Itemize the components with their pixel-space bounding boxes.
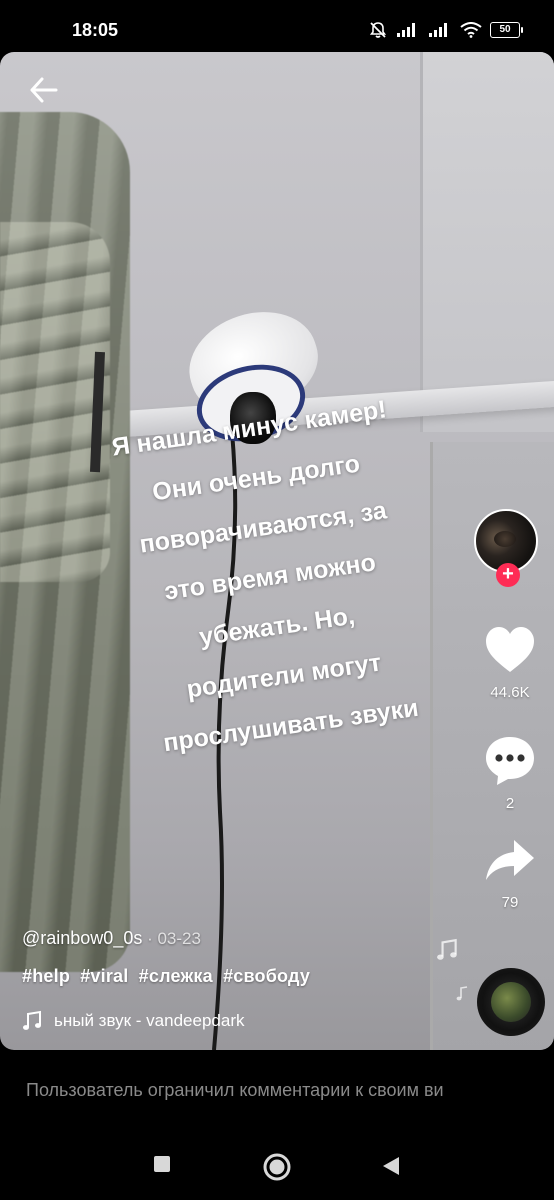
comment-count: 2: [505, 795, 515, 812]
mute-bell-icon: [369, 22, 387, 38]
share-count: 79: [501, 894, 519, 911]
hashtag[interactable]: #слежка: [139, 966, 213, 986]
back-button[interactable]: [24, 70, 64, 110]
follow-button[interactable]: +: [496, 563, 520, 587]
floating-music-note-icon: [437, 938, 457, 960]
comments-restricted-notice: Пользователь ограничил комментарии к сво…: [26, 1080, 444, 1100]
like-count: 44.6K: [490, 684, 530, 701]
signal-1-icon: [397, 23, 415, 37]
music-title: ьный звук - vandeepdark: [54, 1011, 245, 1030]
screen: 18:05 50 Я нашла минус камер! Они очень …: [0, 0, 554, 1200]
floating-music-note-small-icon: [456, 986, 468, 1001]
comment-bubble-icon: [486, 737, 534, 785]
signal-2-icon: [429, 23, 447, 37]
music-note-icon: [23, 1010, 41, 1030]
music-disc[interactable]: [477, 968, 545, 1036]
video-caption-overlay: Я нашла минус камер! Они очень долго пов…: [38, 374, 503, 779]
like-button[interactable]: 44.6K: [478, 622, 542, 701]
battery-level: 50: [499, 24, 511, 35]
system-nav-bar: [0, 1130, 554, 1200]
share-button[interactable]: 79: [478, 832, 542, 911]
hashtag[interactable]: #viral: [80, 966, 128, 986]
music-disc-cover: [491, 982, 531, 1022]
heart-icon: [486, 627, 534, 672]
square-icon[interactable]: [152, 1154, 172, 1174]
post-author-line: @rainbow0_0s · 03-23: [22, 928, 201, 949]
music-info[interactable]: ьный звук - vandeepdark: [22, 1010, 292, 1032]
hashtag[interactable]: #help: [22, 966, 70, 986]
triangle-back-icon[interactable]: [380, 1155, 402, 1177]
wifi-icon: [460, 22, 482, 38]
status-time: 18:05: [72, 20, 119, 40]
share-arrow-icon: [486, 840, 534, 880]
username[interactable]: @rainbow0_0s: [22, 928, 142, 948]
creator-avatar-wrap[interactable]: +: [474, 509, 544, 587]
status-bar: 18:05 50: [0, 0, 554, 56]
circle-icon[interactable]: [262, 1152, 292, 1182]
arrow-left-icon: [30, 77, 58, 103]
video-player[interactable]: Я нашла минус камер! Они очень долго пов…: [0, 52, 554, 1050]
battery-icon: 50: [490, 22, 523, 38]
hashtags: #help #viral #слежка #свободу: [22, 966, 315, 987]
post-date: · 03-23: [142, 929, 201, 948]
comment-button[interactable]: 2: [478, 733, 542, 812]
status-icons: 50: [368, 20, 523, 40]
hashtag[interactable]: #свободу: [223, 966, 310, 986]
